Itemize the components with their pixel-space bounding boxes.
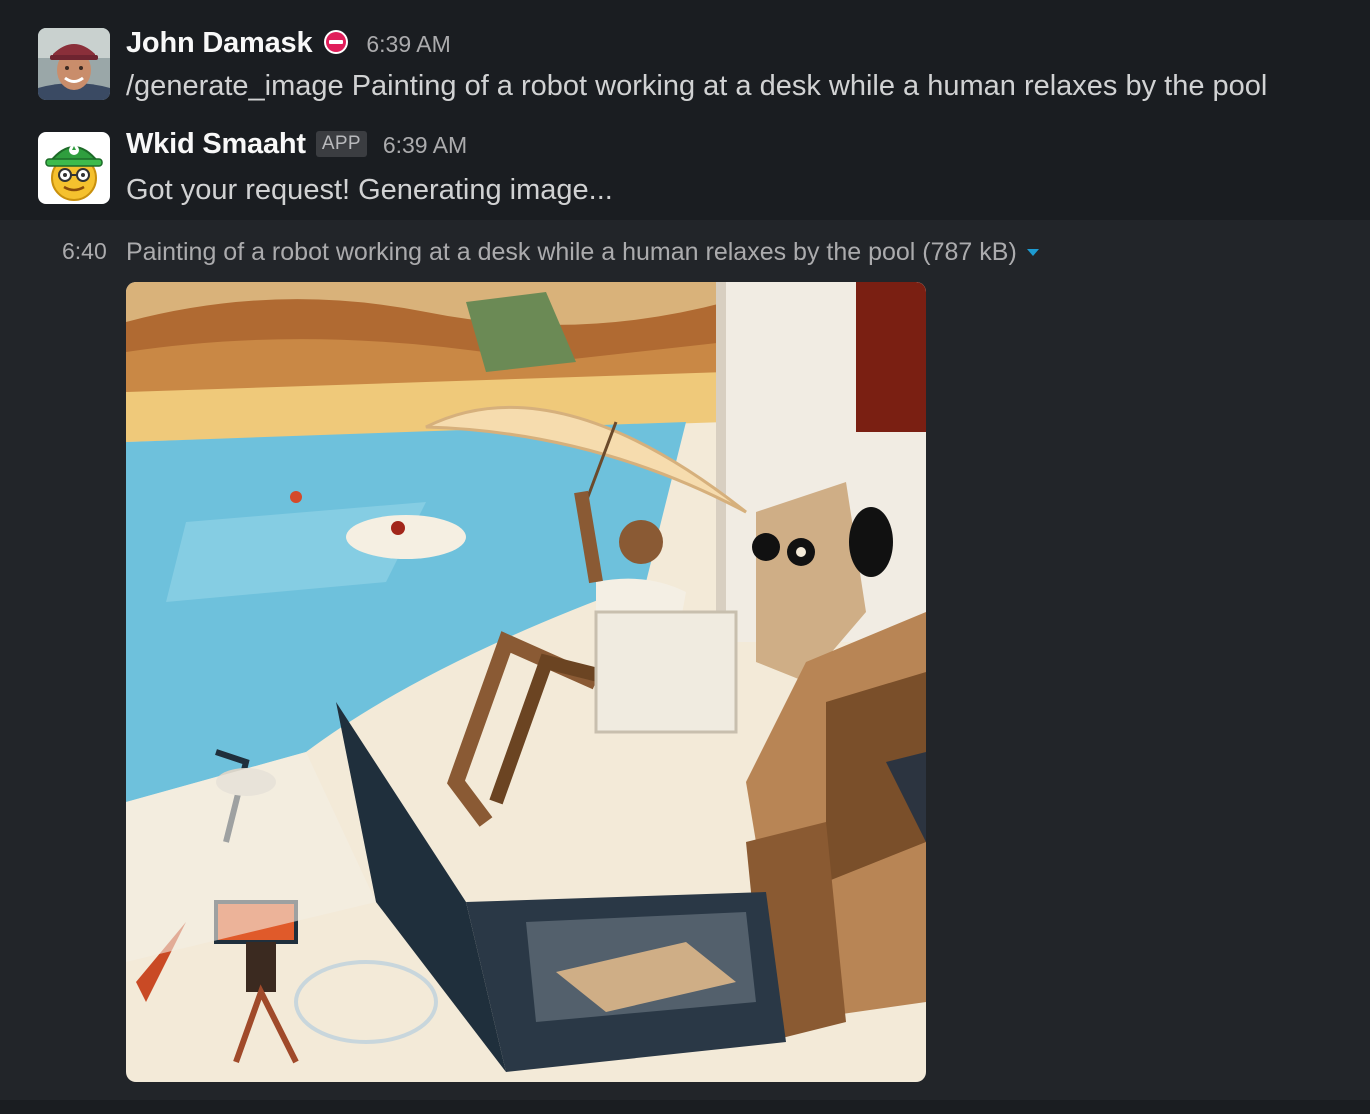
generated-image[interactable] xyxy=(126,282,926,1082)
avatar[interactable] xyxy=(38,28,110,100)
do-not-disturb-icon xyxy=(322,28,350,56)
message-header: Wkid Smaaht APP 6:39 AM xyxy=(126,128,467,161)
message-text: Got your request! Generating image... xyxy=(126,174,613,206)
sender-name[interactable]: John Damask xyxy=(126,27,313,60)
avatar[interactable] xyxy=(38,132,110,204)
sender-name[interactable]: Wkid Smaaht xyxy=(126,128,306,161)
message-list: John Damask 6:39 AM /generate_image Pain… xyxy=(0,0,1370,1114)
robot-painting-image xyxy=(126,282,926,1082)
message-timestamp[interactable]: 6:40 xyxy=(62,238,107,265)
message-text: /generate_image Painting of a robot work… xyxy=(126,70,1268,102)
message-wkid-smaaht[interactable]: Wkid Smaaht APP 6:39 AM Got your request… xyxy=(0,114,1370,220)
message-timestamp[interactable]: 6:39 AM xyxy=(383,132,467,159)
file-title[interactable]: Painting of a robot working at a desk wh… xyxy=(126,238,1017,267)
message-header: John Damask 6:39 AM xyxy=(126,24,451,60)
message-timestamp[interactable]: 6:39 AM xyxy=(366,31,450,58)
user-photo-icon xyxy=(38,28,110,100)
message-john-damask[interactable]: John Damask 6:39 AM /generate_image Pain… xyxy=(0,0,1370,114)
app-badge: APP xyxy=(315,131,367,157)
file-header: Painting of a robot working at a desk wh… xyxy=(126,238,1039,267)
divider xyxy=(0,1100,1370,1114)
message-attachment[interactable]: 6:40 Painting of a robot working at a de… xyxy=(0,220,1370,1100)
caret-down-icon[interactable] xyxy=(1026,249,1039,256)
bot-avatar-icon xyxy=(38,132,110,204)
